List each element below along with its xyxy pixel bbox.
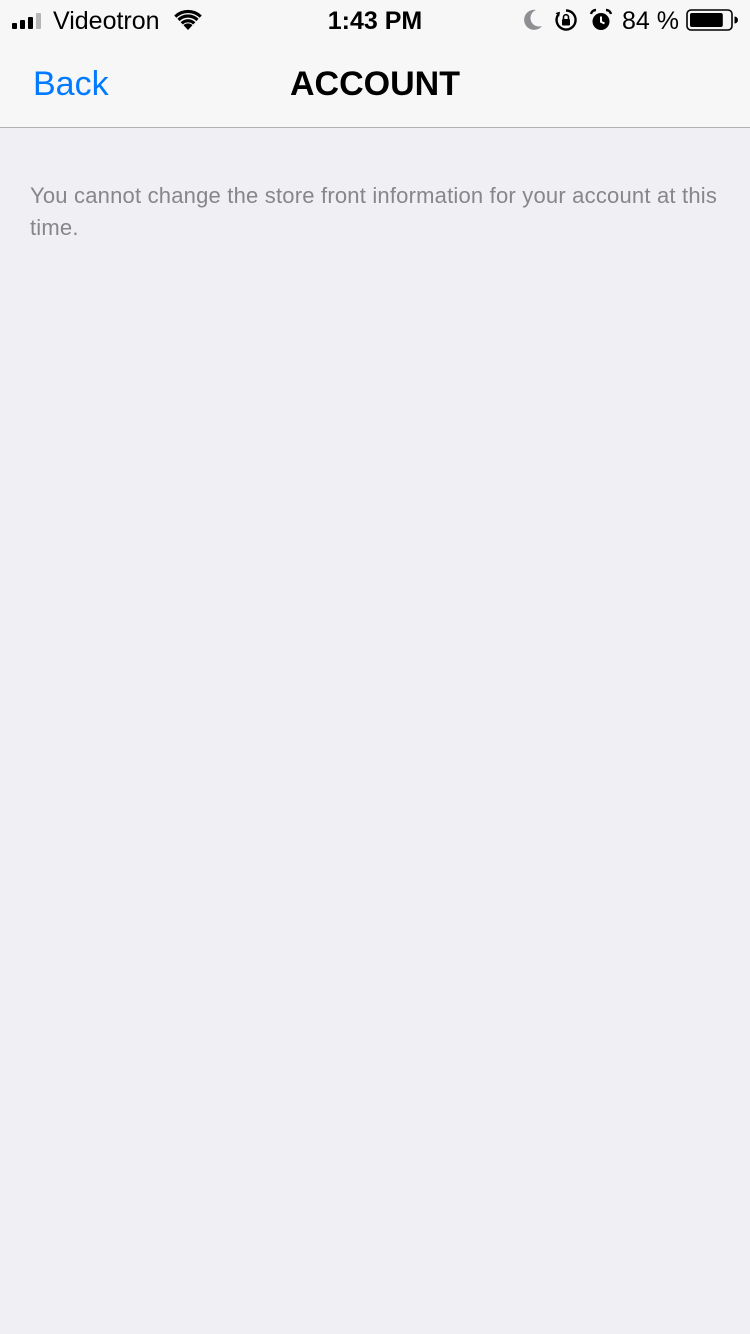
info-message: You cannot change the store front inform… xyxy=(30,183,718,240)
navigation-bar: Videotron 1:43 PM 84 % Back ACCOUNT xyxy=(0,0,750,128)
moon-icon xyxy=(524,9,542,30)
status-bar: Videotron 1:43 PM 84 % xyxy=(0,0,750,40)
back-button[interactable]: Back xyxy=(33,64,109,104)
page-title: ACCOUNT xyxy=(290,65,460,103)
battery-percent: 84 % xyxy=(622,7,679,35)
alarm-icon xyxy=(589,8,613,30)
battery-icon xyxy=(686,9,738,31)
rotation-lock-icon xyxy=(555,9,577,31)
